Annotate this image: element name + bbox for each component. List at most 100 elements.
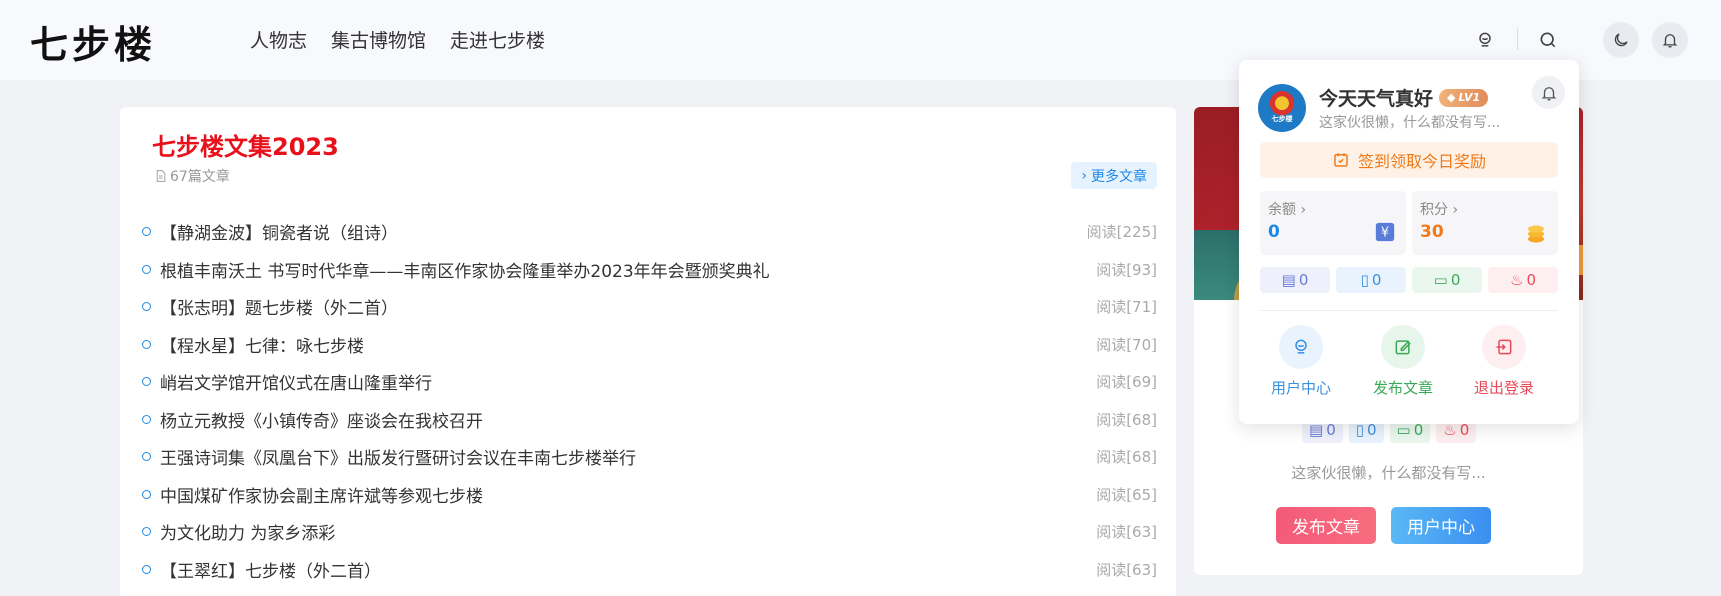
list-item[interactable]: 为文化助力 为家乡添彩 阅读[63]: [142, 513, 1157, 551]
moon-icon: [1614, 33, 1628, 47]
read-count: 阅读[68]: [1096, 410, 1157, 429]
list-item[interactable]: 【王翠红】七步楼（外二首） 阅读[63]: [142, 551, 1157, 589]
read-count: 阅读[63]: [1096, 560, 1157, 579]
username-row: 今天天气真好 ◆ LV1: [1319, 84, 1489, 111]
balance-box[interactable]: 余额 › 0 ¥: [1260, 191, 1406, 255]
posts-count: 0: [1371, 271, 1382, 289]
publish-action[interactable]: 发布文章: [1363, 325, 1443, 398]
posts-stat[interactable]: ▯ 0: [1336, 267, 1406, 293]
points-box[interactable]: 积分 › 30: [1412, 191, 1558, 255]
divider: [1260, 310, 1558, 311]
bullet-icon: [142, 302, 151, 312]
article-title[interactable]: 为文化助力 为家乡添彩: [160, 519, 1096, 544]
points-label: 积分: [1420, 202, 1448, 218]
nav-item-people[interactable]: 人物志: [250, 26, 307, 53]
comments-stat[interactable]: ▤ 0: [1260, 267, 1330, 293]
collection-title[interactable]: 七步楼文集2023: [152, 127, 339, 162]
more-articles-button[interactable]: › 更多文章: [1071, 162, 1157, 189]
document-icon: ▯: [1360, 271, 1369, 289]
site-logo[interactable]: 七步楼: [30, 14, 156, 69]
publish-article-button[interactable]: 发布文章: [1276, 507, 1376, 544]
bullet-icon: [142, 527, 151, 537]
notification-button[interactable]: [1652, 22, 1688, 58]
header-divider: [1517, 28, 1518, 50]
bullet-icon: [142, 264, 151, 274]
points-label-row: 积分 ›: [1420, 202, 1459, 218]
logout-label: 退出登录: [1473, 379, 1534, 397]
list-item[interactable]: 杨立元教授《小镇传奇》座谈会在我校召开 阅读[68]: [142, 401, 1157, 439]
logout-icon-circle: [1482, 325, 1526, 369]
edit-icon: [1395, 340, 1411, 355]
username[interactable]: 今天天气真好: [1319, 84, 1433, 111]
list-item[interactable]: 根植丰南沃土 书写时代华章——丰南区作家协会隆重举办2023年年会暨颁奖典礼 阅读…: [142, 251, 1157, 289]
checkin-label: 签到领取今日奖励: [1357, 152, 1486, 171]
bullet-icon: [142, 377, 151, 387]
points-value: 30: [1420, 222, 1444, 242]
publish-label: 发布文章: [1372, 379, 1433, 397]
bell-icon: [1662, 34, 1678, 48]
replies-count: 0: [1450, 271, 1461, 289]
list-item[interactable]: 【张志明】题七步楼（外二首） 阅读[71]: [142, 288, 1157, 326]
fire-icon: ♨: [1510, 271, 1524, 289]
read-count: 阅读[63]: [1096, 523, 1157, 542]
avatar-logo-text: 七步楼: [1271, 115, 1293, 123]
messages-button[interactable]: [1532, 76, 1565, 109]
article-count-label: 67篇文章: [170, 169, 230, 185]
list-item[interactable]: 王强诗词集《凤凰台下》出版发行暨研讨会议在丰南七步楼举行 阅读[68]: [142, 438, 1157, 476]
bullet-icon: [142, 414, 151, 424]
list-item[interactable]: 【静湖金波】铜瓷者说（组诗） 阅读[225]: [142, 213, 1157, 251]
bullet-icon: [142, 339, 151, 349]
article-title[interactable]: 中国煤矿作家协会副主席许斌等参观七步楼: [160, 482, 1096, 507]
user-dropdown-panel: 七步楼 今天天气真好 ◆ LV1 这家伙很懒，什么都没有写... 签到领取今日奖励…: [1239, 60, 1579, 424]
user-center-button[interactable]: 用户中心: [1391, 507, 1491, 544]
read-count: 阅读[65]: [1096, 485, 1157, 504]
article-title[interactable]: 峭岩文学馆开馆仪式在唐山隆重举行: [160, 369, 1096, 394]
search-icon: [1540, 32, 1556, 48]
hot-count: 0: [1526, 271, 1536, 289]
nav-item-museum[interactable]: 集古博物馆: [331, 26, 426, 53]
nav-item-about[interactable]: 走进七步楼: [450, 26, 545, 53]
user-description: 这家伙很懒，什么都没有写...: [1319, 115, 1501, 131]
article-title[interactable]: 【静湖金波】铜瓷者说（组诗）: [160, 219, 1087, 244]
balance-label-row: 余额 ›: [1268, 202, 1307, 218]
article-title[interactable]: 杨立元教授《小镇传奇》座谈会在我校召开: [160, 407, 1096, 432]
article-title[interactable]: 【程水星】七律：咏七步楼: [160, 332, 1096, 357]
article-collection-card: 七步楼文集2023 67篇文章 › 更多文章 【静湖金波】铜瓷者说（组诗） 阅读[…: [120, 107, 1176, 596]
user-icon: [1479, 32, 1491, 47]
avatar[interactable]: 七步楼: [1258, 84, 1306, 132]
document-icon: [156, 170, 166, 182]
article-title[interactable]: 王强诗词集《凤凰台下》出版发行暨研讨会议在丰南七步楼举行: [160, 444, 1096, 469]
bell-icon: [1541, 86, 1556, 100]
more-articles-label: 更多文章: [1091, 168, 1147, 185]
hot-stat[interactable]: ♨ 0: [1488, 267, 1558, 293]
level-badge: ◆ LV1: [1439, 88, 1489, 107]
replies-stat[interactable]: ▭ 0: [1412, 267, 1482, 293]
yuan-icon: ¥: [1374, 221, 1396, 247]
article-title[interactable]: 根植丰南沃土 书写时代华章——丰南区作家协会隆重举办2023年年会暨颁奖典礼: [160, 257, 1096, 282]
logout-action[interactable]: 退出登录: [1464, 325, 1544, 398]
list-item[interactable]: 【程水星】七律：咏七步楼 阅读[70]: [142, 326, 1157, 364]
bullet-icon: [142, 227, 151, 237]
article-title[interactable]: 【张志明】题七步楼（外二首）: [160, 294, 1096, 319]
article-title[interactable]: 【王翠红】七步楼（外二首）: [160, 557, 1096, 582]
user-center-icon-circle: [1279, 325, 1323, 369]
article-list: 【静湖金波】铜瓷者说（组诗） 阅读[225] 根植丰南沃土 书写时代华章——丰南区…: [142, 213, 1157, 588]
user-center-label: 用户中心: [1270, 379, 1331, 397]
comment-icon: ▤: [1281, 271, 1296, 289]
main-nav: 人物志 集古博物馆 走进七步楼: [250, 26, 545, 53]
shield-icon: ◆: [1447, 91, 1456, 104]
coins-icon: [1524, 221, 1548, 249]
checkin-button[interactable]: 签到领取今日奖励: [1260, 142, 1558, 178]
bullet-icon: [142, 489, 151, 499]
user-icon-button[interactable]: [1467, 22, 1503, 58]
article-count: 67篇文章: [154, 166, 230, 186]
read-count: 阅读[225]: [1086, 223, 1157, 242]
list-item[interactable]: 峭岩文学馆开馆仪式在唐山隆重举行 阅读[69]: [142, 363, 1157, 401]
bullet-icon: [142, 564, 151, 574]
svg-text:¥: ¥: [1381, 226, 1389, 241]
search-button[interactable]: [1530, 22, 1566, 58]
user-center-action[interactable]: 用户中心: [1261, 325, 1341, 398]
list-item[interactable]: 中国煤矿作家协会副主席许斌等参观七步楼 阅读[65]: [142, 476, 1157, 514]
dark-mode-button[interactable]: [1603, 22, 1639, 58]
read-count: 阅读[93]: [1096, 260, 1157, 279]
